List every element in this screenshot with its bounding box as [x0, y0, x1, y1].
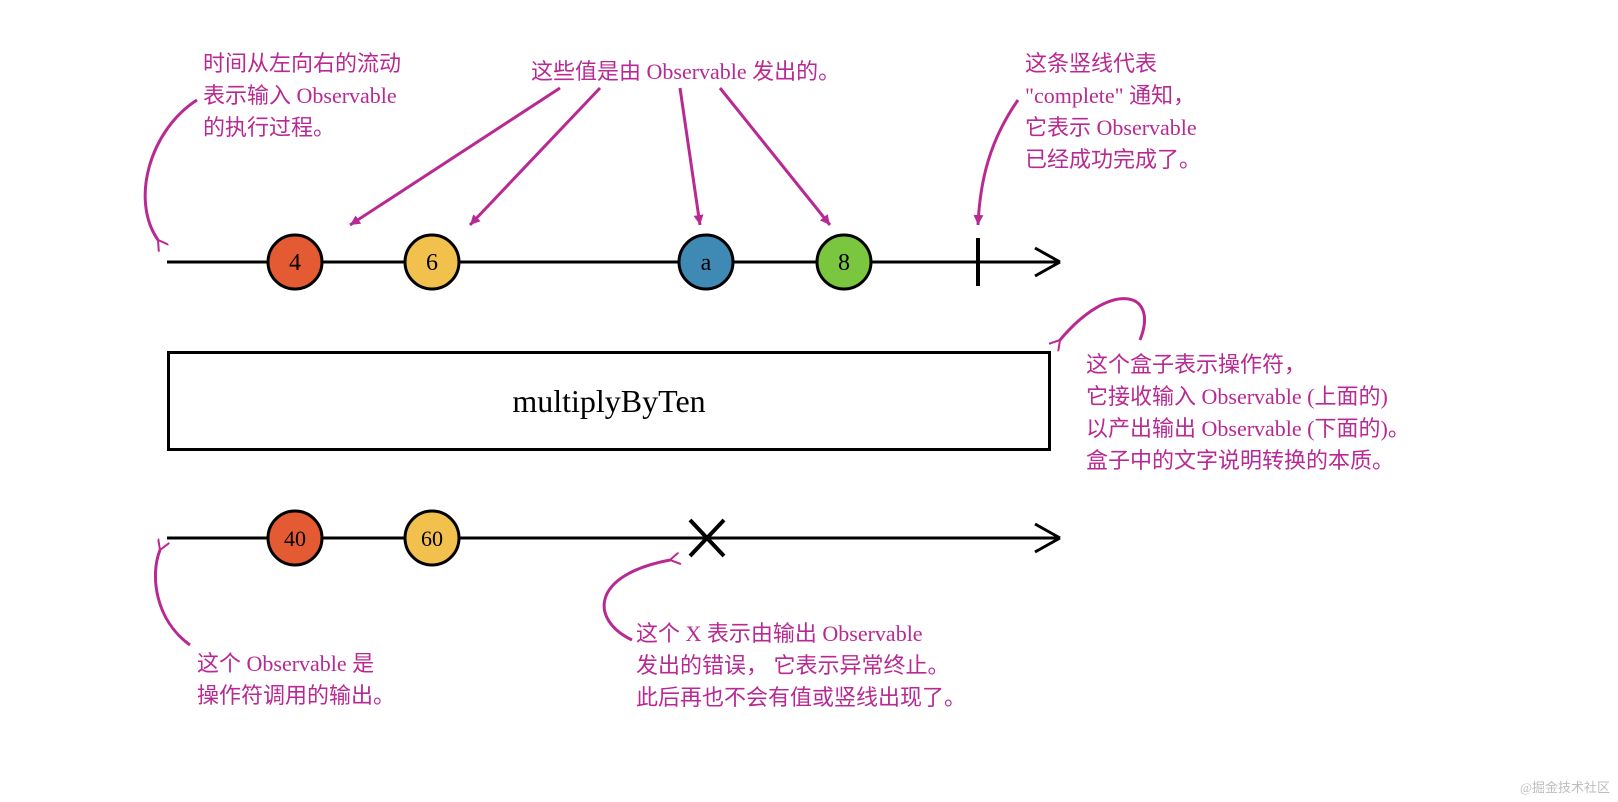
arrow-emitted-2: [470, 88, 600, 225]
marble-output-1: 60: [405, 511, 459, 565]
arrow-complete: [978, 100, 1018, 225]
marble-input-3: 8: [817, 235, 871, 289]
marble-input-0: 4: [268, 235, 322, 289]
arrow-time-flow: [145, 100, 197, 240]
arrow-emitted-3: [680, 88, 700, 225]
arrow-emitted-4: [720, 88, 830, 225]
svg-text:4: 4: [289, 250, 301, 276]
arrow-error: [604, 560, 670, 640]
marble-input-2: a: [679, 235, 733, 289]
arrow-emitted-1: [350, 88, 560, 225]
svg-layer: 4 6 a 8: [0, 0, 1618, 802]
svg-text:40: 40: [284, 526, 306, 551]
marble-output-0: 40: [268, 511, 322, 565]
svg-text:a: a: [701, 250, 712, 276]
svg-text:6: 6: [426, 250, 438, 276]
marble-input-1: 6: [405, 235, 459, 289]
arrow-output: [155, 550, 190, 645]
arrow-operator-box: [1060, 299, 1145, 340]
svg-text:60: 60: [421, 526, 443, 551]
input-timeline: 4 6 a 8: [167, 235, 1060, 289]
output-timeline: 40 60: [167, 511, 1060, 565]
diagram-canvas: 时间从左向右的流动 表示输入 Observable 的执行过程。 这些值是由 O…: [0, 0, 1618, 802]
svg-text:8: 8: [838, 250, 850, 276]
